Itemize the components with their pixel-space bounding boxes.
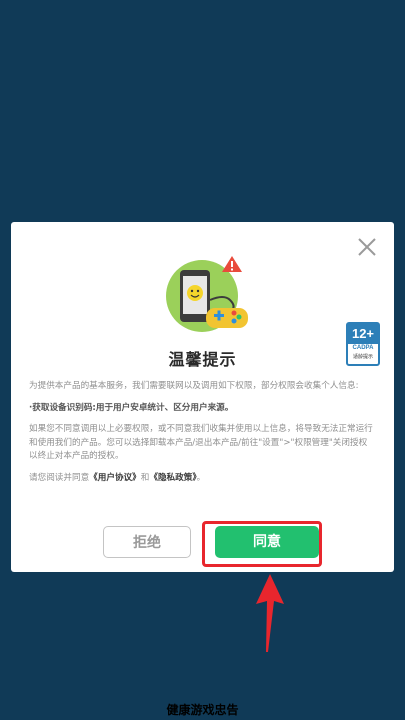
reject-button[interactable]: 拒绝 — [103, 526, 191, 558]
phone-gamepad-illustration-icon — [166, 256, 248, 332]
intro-text: 为提供本产品的基本服务，我们需要联网以及调用如下权限，部分权限会收集个人信息: — [29, 381, 359, 391]
dialog-body: 为提供本产品的基本服务，我们需要联网以及调用如下权限，部分权限会收集个人信息: … — [29, 380, 375, 493]
agreement-line: 请您阅读并同意《用户协议》和《隐私政策》。 — [29, 472, 375, 486]
user-agreement-link[interactable]: 《用户协议》 — [89, 473, 141, 483]
annotation-highlight-box — [202, 521, 322, 567]
permission-dialog: 12+ CADPA 适龄提示 温馨提示 为提供本产品的基本服务，我们需要联网以及… — [11, 222, 394, 572]
close-icon[interactable] — [356, 236, 378, 258]
annotation-arrow-icon — [256, 574, 284, 652]
health-advisory-footer: 健康游戏忠告 — [166, 703, 239, 717]
agreement-suffix: 。 — [196, 472, 206, 483]
dialog-title: 温馨提示 — [168, 350, 237, 369]
permission-item: ·获取设备识别码:用于用户安卓统计、区分用户来源。 — [29, 402, 234, 413]
refusal-notice: 如果您不同意调用以上必要权限，或不同意我们收集并使用以上信息，将导致无法正常运行… — [29, 424, 373, 461]
agreement-prefix: 请您阅读并同意 — [29, 472, 90, 483]
age-rating-number: 12+ — [348, 324, 378, 344]
privacy-policy-link[interactable]: 《隐私政策》 — [149, 473, 196, 483]
